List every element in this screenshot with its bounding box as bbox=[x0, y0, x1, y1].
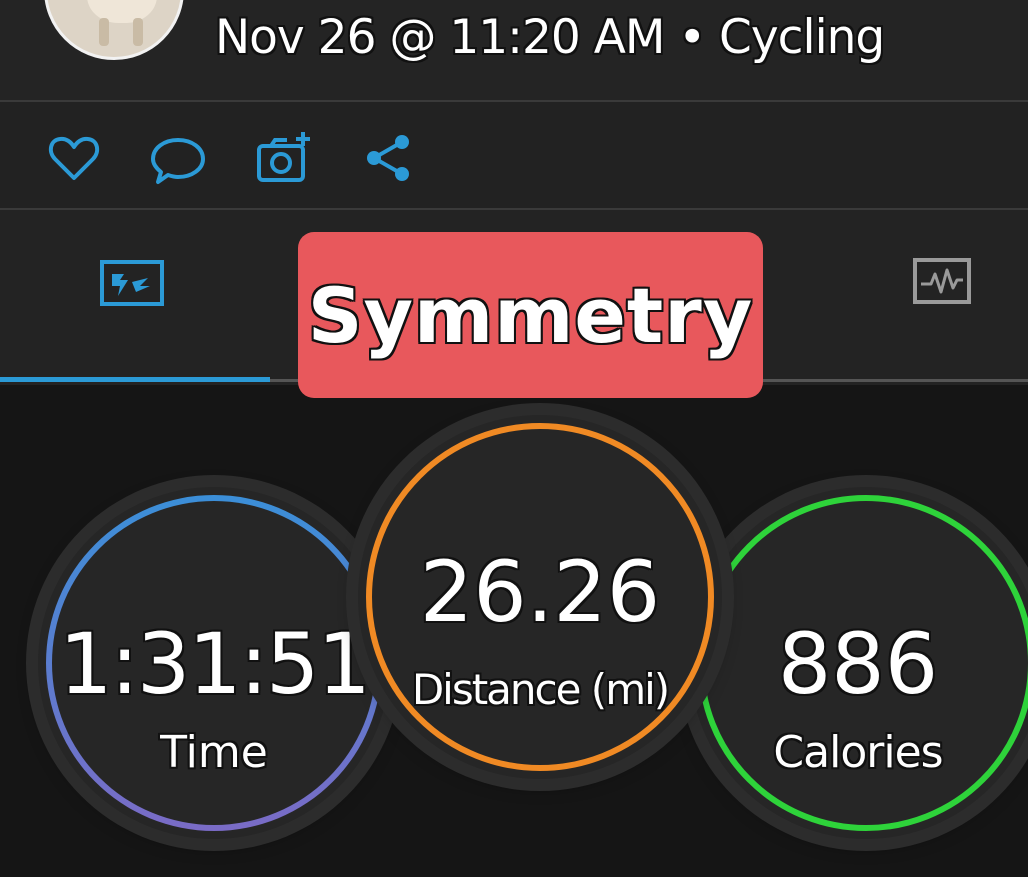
symmetry-tooltip: Symmetry bbox=[298, 232, 763, 398]
activity-title: Nov 26 @ 11:20 AM • Cycling bbox=[215, 10, 885, 65]
avatar-dog-leg bbox=[133, 18, 143, 46]
comment-icon[interactable] bbox=[148, 128, 208, 188]
tab-stats[interactable] bbox=[100, 260, 164, 306]
calories-value: 886 bbox=[777, 615, 939, 713]
action-bar bbox=[0, 102, 1028, 208]
tooltip-text: Symmetry bbox=[307, 270, 754, 360]
tab-chart[interactable] bbox=[913, 258, 971, 304]
time-stat-circle: 1:31:51 Time bbox=[38, 487, 390, 839]
avatar-dog-leg bbox=[99, 18, 109, 46]
distance-label: Distance (mi) bbox=[411, 665, 670, 714]
share-icon[interactable] bbox=[358, 128, 418, 188]
avatar-dog-image bbox=[87, 0, 157, 23]
time-value: 1:31:51 bbox=[59, 615, 371, 713]
stats-flag-icon bbox=[100, 260, 164, 306]
calories-label: Calories bbox=[773, 727, 943, 778]
stats-panel: 1:31:51 Time 886 Calories 26.26 Distance… bbox=[0, 385, 1028, 877]
tab-underline-active bbox=[0, 377, 270, 382]
distance-value: 26.26 bbox=[419, 543, 661, 641]
distance-stat-circle: 26.26 Distance (mi) bbox=[358, 415, 722, 779]
calories-stat-circle: 886 Calories bbox=[690, 487, 1028, 839]
heart-icon[interactable] bbox=[44, 128, 104, 188]
avatar[interactable] bbox=[44, 0, 184, 60]
time-label: Time bbox=[160, 727, 268, 778]
activity-chart-icon bbox=[913, 258, 971, 304]
activity-header: Nov 26 @ 11:20 AM • Cycling bbox=[0, 0, 1028, 100]
add-photo-icon[interactable] bbox=[253, 128, 313, 188]
